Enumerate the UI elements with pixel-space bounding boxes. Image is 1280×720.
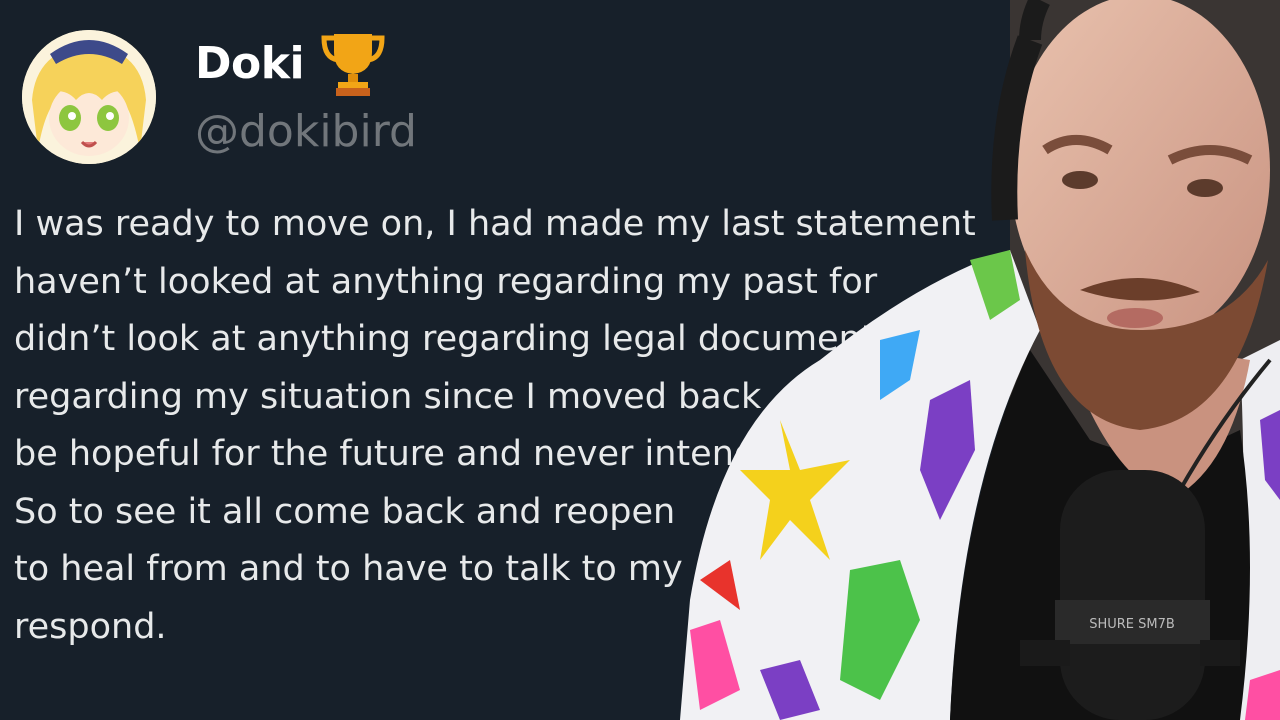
tweet-line: haven’t looked at anything regarding my … xyxy=(14,261,878,302)
tweet-line: didn’t look at anything regarding legal … xyxy=(14,319,893,359)
avatar[interactable] xyxy=(22,30,156,164)
tweet-line: be hopeful for the future and never inte… xyxy=(14,434,800,474)
tweet-card: Doki @dokibird I was ready to move on, I… xyxy=(0,0,1280,720)
tweet-text: I was ready to move on, I had made my la… xyxy=(14,196,1264,656)
tweet-line: I was ready to move on, I had made my la… xyxy=(14,204,976,244)
display-name[interactable]: Doki xyxy=(195,38,305,89)
tweet-line: to heal from and to have to talk to my xyxy=(14,549,683,589)
tweet-line: regarding my situation since I moved bac… xyxy=(14,376,762,417)
tweet-line: respond. xyxy=(14,606,167,647)
trophy-icon xyxy=(321,34,385,96)
handle[interactable]: @dokibird xyxy=(195,106,417,157)
tweet-line: So to see it all come back and reopen xyxy=(14,491,676,532)
anime-avatar-illustration xyxy=(22,30,156,164)
